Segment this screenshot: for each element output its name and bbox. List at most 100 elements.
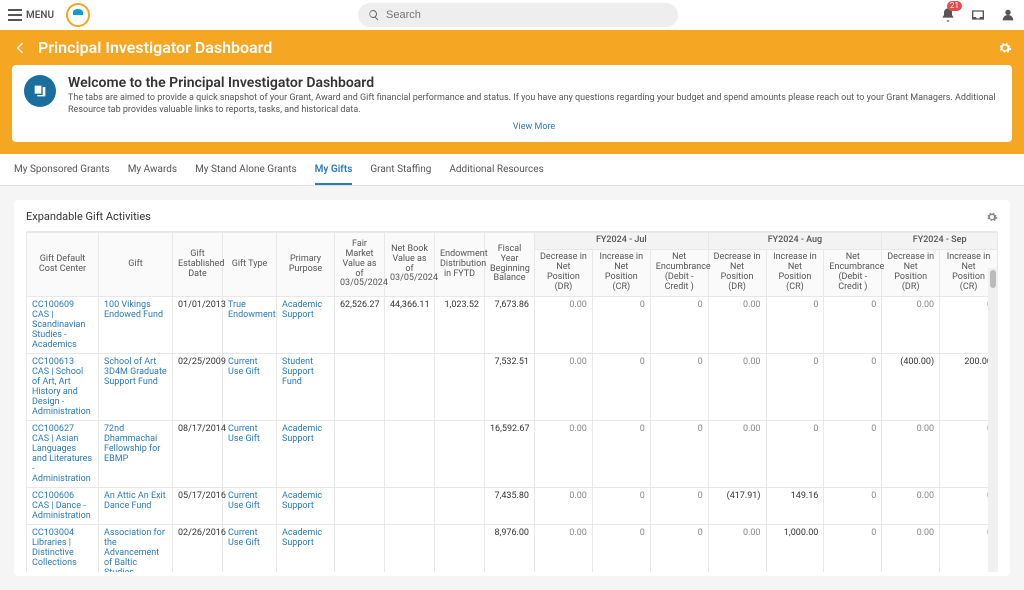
cell-jul_enc: 0: [650, 353, 708, 420]
col-cost[interactable]: Gift Default Cost Center: [27, 233, 99, 296]
cell-cost[interactable]: CC100609 CAS | Scandinavian Studies - Ac…: [27, 296, 99, 353]
cell-cost[interactable]: CC100627 CAS | Asian Languages and Liter…: [27, 420, 99, 487]
col-aug-cr[interactable]: Increase in Net Position (CR): [766, 250, 824, 297]
cell-aug_enc: 0: [824, 487, 882, 524]
cell-est: 01/01/2013: [173, 296, 223, 353]
tab-my-stand-alone-grants[interactable]: My Stand Alone Grants: [195, 154, 297, 185]
cell-fmv: [335, 353, 385, 420]
cell-gift[interactable]: An Attic An Exit Dance Fund: [99, 487, 173, 524]
cell-aug_enc: 0: [824, 420, 882, 487]
menu-button[interactable]: MENU: [8, 9, 54, 21]
cell-aug_cr: 0: [766, 353, 824, 420]
dashboard-icon: [24, 75, 56, 107]
cell-edist: [435, 353, 485, 420]
cell-edist: [435, 487, 485, 524]
cell-type[interactable]: True Endowment: [223, 296, 277, 353]
search-box[interactable]: [358, 3, 678, 27]
cell-purpose[interactable]: Academic Support: [277, 296, 335, 353]
col-jul-cr[interactable]: Increase in Net Position (CR): [592, 250, 650, 297]
profile-icon[interactable]: [1000, 7, 1016, 23]
table-row: CC100609 CAS | Scandinavian Studies - Ac…: [27, 296, 998, 353]
cell-type[interactable]: Current Use Gift: [223, 487, 277, 524]
cell-edist: [435, 420, 485, 487]
cell-jul_cr: 0: [592, 420, 650, 487]
cell-type[interactable]: Current Use Gift: [223, 524, 277, 572]
search-input[interactable]: [386, 9, 668, 21]
cell-sep_dr: 0.00: [882, 524, 940, 572]
view-more-link[interactable]: View More: [68, 122, 1000, 132]
cell-aug_dr: (417.91): [708, 487, 766, 524]
cell-edist: [435, 524, 485, 572]
col-edist[interactable]: Endowment Distribution in FYTD: [435, 233, 485, 296]
cell-gift[interactable]: 72nd Dhammachai Fellowship for EBMP: [99, 420, 173, 487]
welcome-card: Welcome to the Principal Investigator Da…: [12, 65, 1012, 142]
cell-jul_dr: 0.00: [535, 524, 593, 572]
card-title: Expandable Gift Activities: [26, 210, 151, 223]
cell-fmv: [335, 420, 385, 487]
col-aug-enc[interactable]: Net Encumbrance (Debit - Credit ): [824, 250, 882, 297]
page-settings-icon[interactable]: [998, 41, 1012, 55]
cell-est: 02/25/2009: [173, 353, 223, 420]
col-purpose[interactable]: Primary Purpose: [277, 233, 335, 296]
inbox-icon[interactable]: [970, 7, 986, 23]
card-settings-icon[interactable]: [986, 211, 998, 223]
gift-activities-table: Gift Default Cost Center Gift Gift Estab…: [26, 232, 998, 572]
cell-aug_dr: 0.00: [708, 353, 766, 420]
cell-fybb: 7,532.51: [485, 353, 535, 420]
cell-jul_enc: 0: [650, 487, 708, 524]
page-title: Principal Investigator Dashboard: [38, 38, 272, 57]
tab-my-sponsored-grants[interactable]: My Sponsored Grants: [14, 154, 110, 185]
welcome-body: The tabs are aimed to provide a quick sn…: [68, 93, 1000, 116]
back-arrow-icon[interactable]: [12, 40, 28, 56]
menu-label: MENU: [26, 10, 54, 21]
cell-aug_dr: 0.00: [708, 524, 766, 572]
col-aug-dr[interactable]: Decrease in Net Position (DR): [708, 250, 766, 297]
col-fmv[interactable]: Fair Market Value as of 03/05/2024: [335, 233, 385, 296]
cell-nbv: [385, 420, 435, 487]
cell-type[interactable]: Current Use Gift: [223, 353, 277, 420]
cell-purpose[interactable]: Academic Support: [277, 524, 335, 572]
cell-purpose[interactable]: Academic Support: [277, 420, 335, 487]
cell-jul_enc: 0: [650, 420, 708, 487]
table-row: CC100627 CAS | Asian Languages and Liter…: [27, 420, 998, 487]
col-type[interactable]: Gift Type: [223, 233, 277, 296]
cell-fybb: 8,976.00: [485, 524, 535, 572]
cell-gift[interactable]: Association for the Advancement of Balti…: [99, 524, 173, 572]
cell-aug_enc: 0: [824, 353, 882, 420]
cell-aug_cr: 1,000.00: [766, 524, 824, 572]
col-est-date[interactable]: Gift Established Date: [173, 233, 223, 296]
group-aug: FY2024 - Aug: [708, 233, 882, 250]
cell-cost[interactable]: CC100613 CAS | School of Art, Art Histor…: [27, 353, 99, 420]
workday-logo[interactable]: [66, 3, 90, 27]
cell-fybb: 7,435.80: [485, 487, 535, 524]
cell-purpose[interactable]: Student Support Fund: [277, 353, 335, 420]
tab-additional-resources[interactable]: Additional Resources: [449, 154, 543, 185]
col-jul-enc[interactable]: Net Encumbrance (Debit - Credit ): [650, 250, 708, 297]
cell-cost[interactable]: CC103004 Libraries | Distinctive Collect…: [27, 524, 99, 572]
cell-fmv: [335, 524, 385, 572]
cell-purpose[interactable]: Academic Support: [277, 487, 335, 524]
cell-jul_dr: 0.00: [535, 420, 593, 487]
col-jul-dr[interactable]: Decrease in Net Position (DR): [535, 250, 593, 297]
table-row: CC100606 CAS | Dance - AdministrationAn …: [27, 487, 998, 524]
tab-my-gifts[interactable]: My Gifts: [315, 154, 353, 185]
tab-grant-staffing[interactable]: Grant Staffing: [370, 154, 431, 185]
cell-type[interactable]: Current Use Gift: [223, 420, 277, 487]
col-fybb[interactable]: Fiscal Year Beginning Balance: [485, 233, 535, 296]
notifications-icon[interactable]: 21: [940, 7, 956, 23]
cell-nbv: 44,366.11: [385, 296, 435, 353]
cell-sep_dr: 0.00: [882, 296, 940, 353]
cell-aug_enc: 0: [824, 524, 882, 572]
col-sep-dr[interactable]: Decrease in Net Position (DR): [882, 250, 940, 297]
col-gift[interactable]: Gift: [99, 233, 173, 296]
cell-gift[interactable]: 100 Vikings Endowed Fund: [99, 296, 173, 353]
search-icon: [368, 9, 380, 21]
col-nbv[interactable]: Net Book Value as of 03/05/2024: [385, 233, 435, 296]
cell-gift[interactable]: School of Art 3D4M Graduate Support Fund: [99, 353, 173, 420]
cell-edist: 1,023.52: [435, 296, 485, 353]
vertical-scrollbar[interactable]: [988, 268, 998, 572]
cell-cost[interactable]: CC100606 CAS | Dance - Administration: [27, 487, 99, 524]
cell-aug_dr: 0.00: [708, 420, 766, 487]
tab-my-awards[interactable]: My Awards: [128, 154, 177, 185]
cell-jul_enc: 0: [650, 524, 708, 572]
